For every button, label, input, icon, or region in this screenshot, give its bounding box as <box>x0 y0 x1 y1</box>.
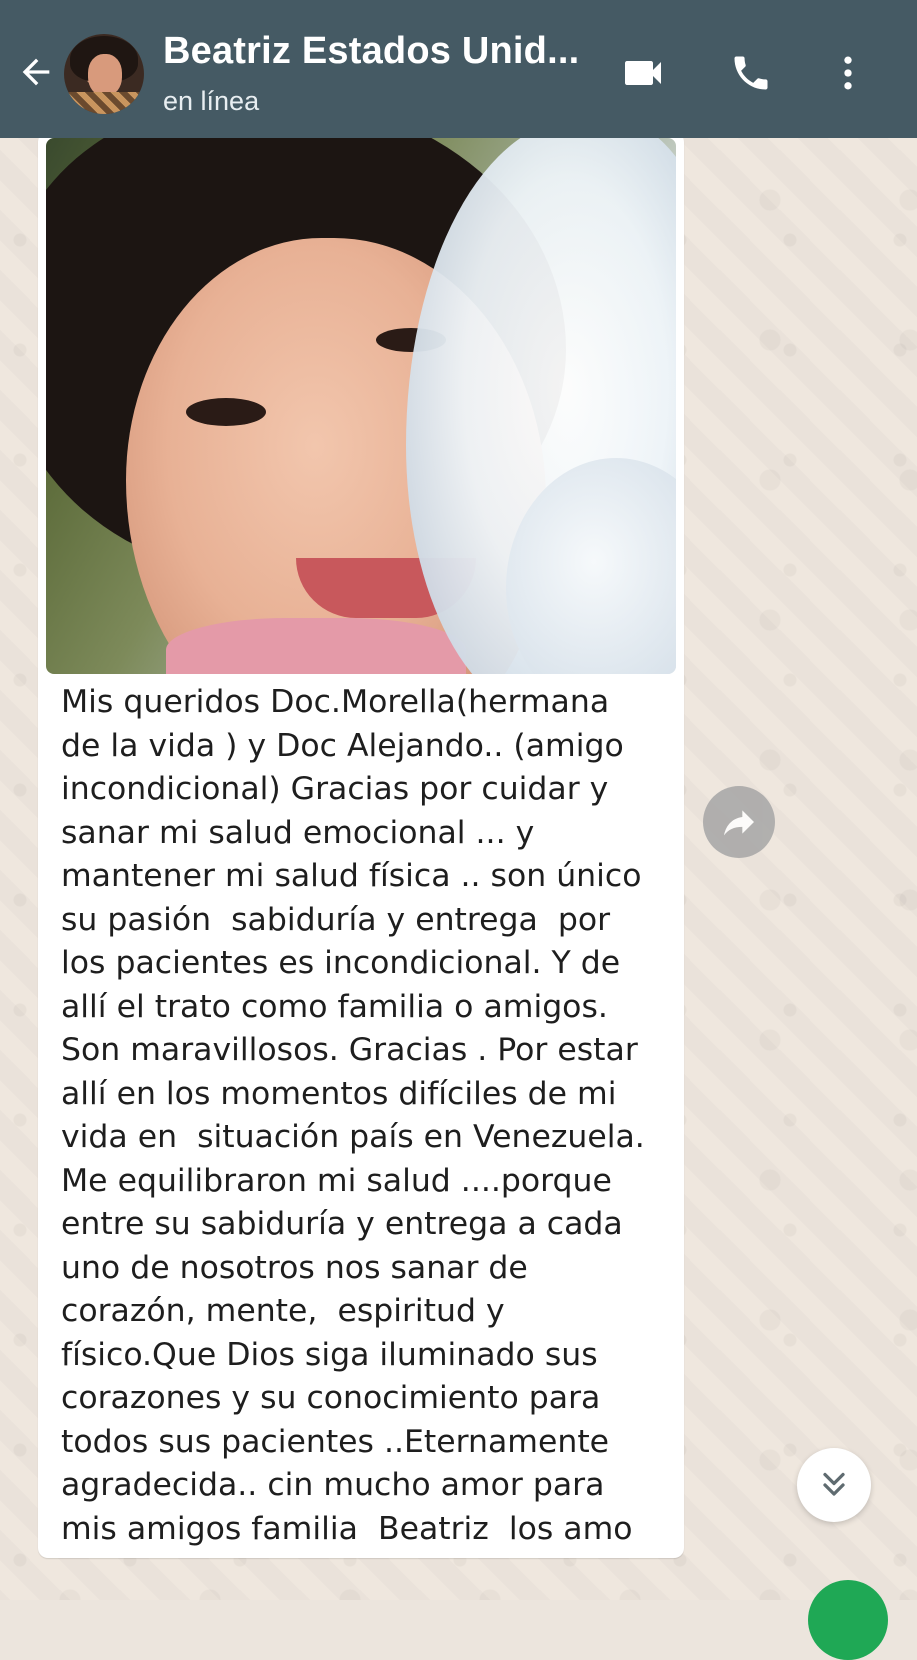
menu-button[interactable] <box>824 46 872 100</box>
double-chevron-down-icon <box>823 1472 845 1496</box>
contact-status: en línea <box>163 86 260 116</box>
chat-header: Beatriz Estados Unid... en línea <box>0 0 917 138</box>
video-camera-icon <box>625 61 661 85</box>
action-fab[interactable] <box>808 1580 888 1660</box>
share-forward-icon <box>724 810 754 836</box>
contact-name[interactable]: Beatriz Estados Unid... <box>163 30 579 73</box>
contact-avatar[interactable] <box>64 34 144 114</box>
video-call-button[interactable] <box>618 46 668 100</box>
forward-button[interactable] <box>703 786 775 858</box>
phone-icon <box>734 56 768 90</box>
scroll-to-bottom-button[interactable] <box>797 1448 871 1522</box>
back-button[interactable] <box>14 50 58 94</box>
message-photo[interactable] <box>46 138 676 674</box>
message-bubble[interactable]: Mis queridos Doc.Morella(hermana de la v… <box>38 132 684 1558</box>
voice-call-button[interactable] <box>726 46 776 100</box>
message-text: Mis queridos Doc.Morella(hermana de la v… <box>61 684 645 1547</box>
more-vertical-icon <box>844 56 852 90</box>
arrow-left-icon <box>22 58 50 86</box>
